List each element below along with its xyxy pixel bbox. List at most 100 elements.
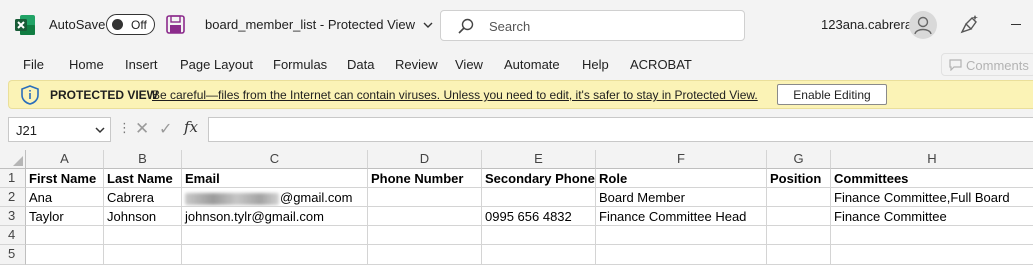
chevron-down-icon [423, 22, 433, 28]
row-header-2[interactable]: 2 [0, 188, 26, 207]
column-header-b[interactable]: B [104, 150, 182, 169]
cell-h3[interactable]: Finance Committee [831, 207, 1033, 226]
title-bar: AutoSave Off board_member_list - Protect… [0, 0, 1033, 50]
cell-f5[interactable] [596, 245, 767, 265]
search-input[interactable]: Search [440, 10, 745, 41]
cell-g2[interactable] [767, 188, 831, 207]
check-icon[interactable]: ✓ [159, 119, 172, 139]
insert-function-icon[interactable]: fx [184, 118, 198, 136]
cell-h2[interactable]: Finance Committee,Full Board [831, 188, 1033, 207]
enable-editing-button[interactable]: Enable Editing [777, 84, 887, 105]
formula-bar: J21 ⋮ ✕ ✓ fx [0, 109, 1033, 150]
formula-input[interactable] [208, 117, 1033, 142]
cell-a2[interactable]: Ana [26, 188, 104, 207]
avatar[interactable] [909, 11, 937, 39]
protected-view-title: PROTECTED VIEW [50, 88, 159, 102]
toggle-knob [112, 19, 123, 30]
cell-f1[interactable]: Role [596, 169, 767, 188]
cell-b1[interactable]: Last Name [104, 169, 182, 188]
cell-a3[interactable]: Taylor [26, 207, 104, 226]
menu-file[interactable]: File [23, 57, 44, 72]
cell-f4[interactable] [596, 226, 767, 245]
column-header-g[interactable]: G [767, 150, 831, 169]
cell-d4[interactable] [368, 226, 482, 245]
cell-d2[interactable] [368, 188, 482, 207]
cell-d1[interactable]: Phone Number [368, 169, 482, 188]
cell-c4[interactable] [182, 226, 368, 245]
designer-pen-icon[interactable] [958, 13, 980, 35]
menu-insert[interactable]: Insert [125, 57, 158, 72]
document-title[interactable]: board_member_list - Protected View [205, 17, 433, 32]
autosave-state: Off [131, 18, 147, 32]
column-header-a[interactable]: A [26, 150, 104, 169]
chevron-down-icon [95, 127, 105, 134]
cell-e4[interactable] [482, 226, 596, 245]
column-header-c[interactable]: C [182, 150, 368, 169]
menu-automate[interactable]: Automate [504, 57, 560, 72]
cell-d5[interactable] [368, 245, 482, 265]
select-all-button[interactable] [0, 150, 26, 169]
cell-g3[interactable] [767, 207, 831, 226]
name-box-value: J21 [16, 123, 37, 138]
comments-button[interactable]: Comments [941, 53, 1033, 76]
row-header-4[interactable]: 4 [0, 226, 26, 245]
menu-formulas[interactable]: Formulas [273, 57, 327, 72]
protected-view-message[interactable]: Be careful—files from the Internet can c… [152, 88, 758, 102]
column-header-f[interactable]: F [596, 150, 767, 169]
cell-e2[interactable] [482, 188, 596, 207]
select-all-triangle-icon [13, 156, 23, 166]
minimize-button[interactable] [1011, 24, 1021, 25]
save-icon[interactable] [166, 15, 185, 34]
excel-logo-icon [15, 15, 35, 35]
search-placeholder: Search [489, 19, 531, 34]
cell-h4[interactable] [831, 226, 1033, 245]
cell-g5[interactable] [767, 245, 831, 265]
menu-view[interactable]: View [455, 57, 483, 72]
cell-c2-text: @gmail.com [280, 190, 353, 205]
cell-b3[interactable]: Johnson [104, 207, 182, 226]
cell-c2[interactable]: @gmail.com [182, 188, 368, 207]
cell-f2[interactable]: Board Member [596, 188, 767, 207]
account-name[interactable]: 123ana.cabrera [821, 17, 912, 32]
autosave-label: AutoSave [49, 17, 106, 32]
cancel-icon[interactable]: ✕ [135, 119, 149, 139]
cell-g1[interactable]: Position [767, 169, 831, 188]
menu-data[interactable]: Data [347, 57, 374, 72]
autosave-toggle[interactable]: Off [106, 14, 155, 35]
cell-e5[interactable] [482, 245, 596, 265]
column-header-e[interactable]: E [482, 150, 596, 169]
cell-d3[interactable] [368, 207, 482, 226]
worksheet-grid[interactable]: A B C D E F G H 1 2 3 4 5 First Name Las… [0, 150, 1033, 265]
cell-h5[interactable] [831, 245, 1033, 265]
cell-c1[interactable]: Email [182, 169, 368, 188]
cell-b2[interactable]: Cabrera [104, 188, 182, 207]
cell-c5[interactable] [182, 245, 368, 265]
cell-e1[interactable]: Secondary Phone [482, 169, 596, 188]
row-header-5[interactable]: 5 [0, 245, 26, 265]
menu-help[interactable]: Help [582, 57, 609, 72]
formula-actions: ✕ ✓ fx [130, 117, 206, 142]
cell-f3[interactable]: Finance Committee Head [596, 207, 767, 226]
cell-b5[interactable] [104, 245, 182, 265]
cell-a5[interactable] [26, 245, 104, 265]
cell-c3[interactable]: johnson.tylr@gmail.com [182, 207, 368, 226]
shield-icon [21, 85, 39, 105]
cell-a1[interactable]: First Name [26, 169, 104, 188]
document-title-text: board_member_list - Protected View [205, 17, 416, 32]
row-header-3[interactable]: 3 [0, 207, 26, 226]
column-header-d[interactable]: D [368, 150, 482, 169]
menu-page-layout[interactable]: Page Layout [180, 57, 253, 72]
column-header-h[interactable]: H [831, 150, 1033, 169]
row-header-1[interactable]: 1 [0, 169, 26, 188]
menu-review[interactable]: Review [395, 57, 438, 72]
menu-acrobat[interactable]: ACROBAT [630, 57, 692, 72]
ribbon-tabs: File Home Insert Page Layout Formulas Da… [0, 50, 1033, 79]
cell-a4[interactable] [26, 226, 104, 245]
cell-e3[interactable]: 0995 656 4832 [482, 207, 596, 226]
redacted-email-blur [185, 192, 279, 205]
cell-g4[interactable] [767, 226, 831, 245]
cell-h1[interactable]: Committees [831, 169, 1033, 188]
name-box[interactable]: J21 [8, 117, 111, 142]
cell-b4[interactable] [104, 226, 182, 245]
menu-home[interactable]: Home [69, 57, 104, 72]
